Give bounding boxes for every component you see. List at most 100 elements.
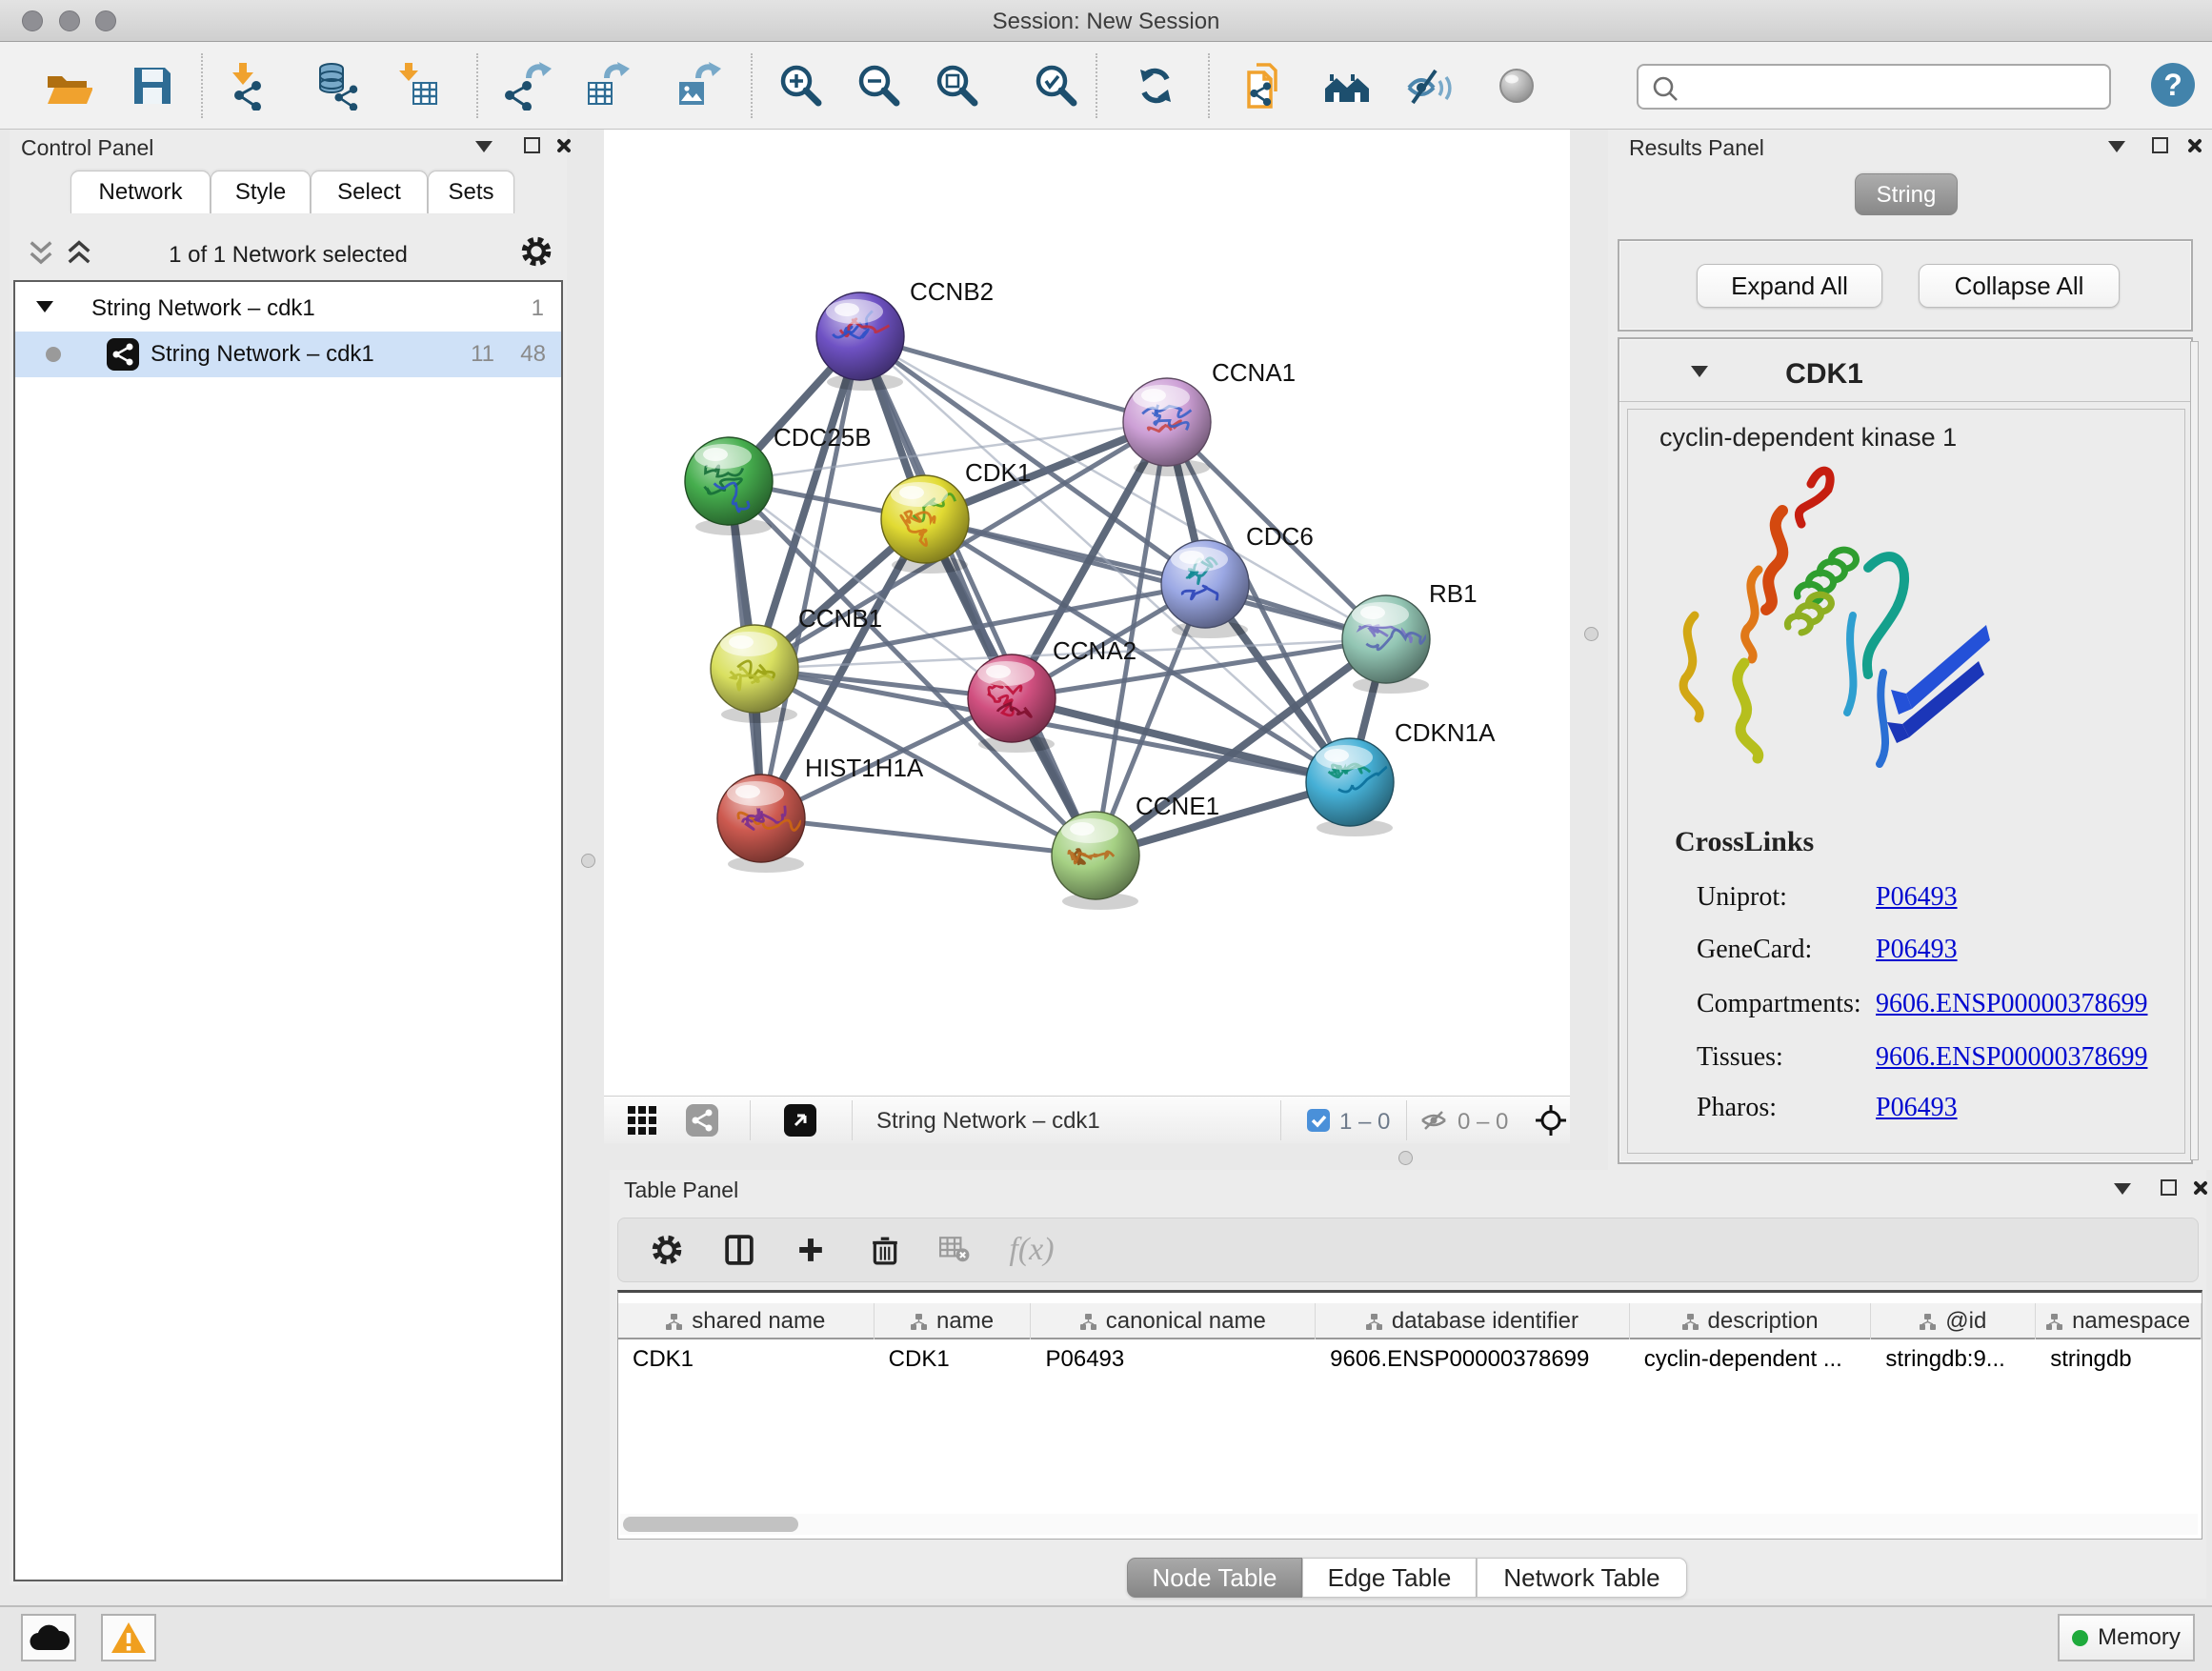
add-column-icon[interactable] [797,1237,824,1263]
bottom-splitter-handle[interactable] [1398,1151,1413,1165]
share-network-icon[interactable] [686,1104,718,1137]
float-panel-icon[interactable] [2108,141,2125,152]
import-table-icon[interactable] [393,61,443,111]
delete-column-icon[interactable] [872,1235,898,1265]
tab-select[interactable]: Select [311,171,428,213]
right-splitter-handle[interactable] [1584,627,1599,641]
hide-unhide-icon[interactable] [1404,61,1454,111]
import-network-from-database-icon[interactable] [312,61,362,111]
window-title: Session: New Session [0,9,2212,35]
node-label-CDC6: CDC6 [1246,522,1314,551]
selected-checkbox-icon[interactable] [1307,1109,1330,1132]
undock-panel-icon[interactable] [524,137,540,153]
gene-entry-header[interactable]: CDK1 [1619,347,2191,402]
network-edge-CCNB2-HIST1H1A[interactable] [761,336,860,818]
crosslink-link[interactable]: P06493 [1876,882,1958,913]
zoom-in-icon[interactable] [776,61,826,111]
crosslink-link[interactable]: P06493 [1876,1093,1958,1123]
crosslink-link[interactable]: P06493 [1876,935,1958,965]
crosslinks-heading: CrossLinks [1675,826,1814,858]
hidden-eye-icon[interactable] [1419,1109,1448,1132]
gene-entry-box: CDK1 cyclin-dependent kinase 1 [1618,337,2193,1164]
network-node-CCNB2[interactable] [816,292,904,391]
network-node-RB1[interactable] [1342,595,1430,694]
undock-panel-icon[interactable] [2152,137,2168,153]
network-collection-row[interactable]: String Network – cdk1 1 [15,286,561,332]
tab-style[interactable]: Style [211,171,311,213]
network-graph[interactable]: CCNB2CCNA1CDC25BCDK1CDC6RB1CCNB1CCNA2CDK… [604,130,1570,1096]
export-table-icon[interactable] [582,61,632,111]
node-label-CCNB1: CCNB1 [798,604,882,633]
birdseye-view-icon[interactable] [784,1104,816,1137]
network-options-gear-icon[interactable] [519,234,553,269]
network-row-selected[interactable]: String Network – cdk1 11 48 [15,332,561,377]
tab-edge-table[interactable]: Edge Table [1302,1558,1477,1598]
table-cell: cyclin-dependent ... [1630,1341,1872,1377]
function-builder-icon[interactable]: f(x) [1009,1232,1054,1268]
table-hscrollbar-thumb[interactable] [623,1517,798,1532]
network-node-CCNB1[interactable] [711,625,798,723]
home-icon[interactable] [1322,61,1372,111]
help-icon[interactable]: ? [2151,63,2195,107]
memory-button[interactable]: Memory [2058,1614,2195,1661]
delete-table-icon[interactable] [939,1237,970,1263]
edge-count: 48 [520,341,546,368]
node-label-CCNA2: CCNA2 [1053,636,1136,665]
left-splitter-handle[interactable] [581,854,595,868]
column-header-description[interactable]: description [1630,1303,1872,1339]
tab-network[interactable]: Network [70,171,211,213]
table-settings-gear-icon[interactable] [650,1233,684,1267]
tab-node-table[interactable]: Node Table [1127,1558,1302,1598]
column-header-namespace[interactable]: namespace [2036,1303,2202,1339]
tab-sets[interactable]: Sets [428,171,514,213]
export-network-icon[interactable] [504,61,553,111]
expand-all-button[interactable]: Expand All [1697,264,1882,308]
open-session-icon[interactable] [43,61,92,111]
zoom-out-icon[interactable] [855,61,904,111]
results-scrollbar[interactable] [2190,341,2199,1160]
crosslink-link[interactable]: 9606.ENSP00000378699 [1876,1042,2147,1073]
fit-crosshair-icon[interactable] [1534,1103,1568,1137]
close-panel-icon[interactable] [2185,137,2202,154]
network-node-CDKN1A[interactable] [1306,738,1394,836]
refresh-layout-icon[interactable] [1131,61,1180,111]
crosslink-label: Pharos: [1697,1093,1777,1123]
search-input[interactable] [1688,70,2098,104]
network-node-HIST1H1A[interactable] [717,775,805,873]
network-edge-HIST1H1A-CCNE1[interactable] [761,818,1096,856]
save-session-icon[interactable] [128,61,177,111]
network-node-CCNE1[interactable] [1052,812,1139,910]
network-canvas[interactable]: CCNB2CCNA1CDC25BCDK1CDC6RB1CCNB1CCNA2CDK… [604,130,1570,1143]
column-header--id[interactable]: @id [1871,1303,2036,1339]
cloud-button[interactable] [21,1614,76,1661]
close-panel-icon[interactable] [2191,1179,2208,1197]
crosslink-link[interactable]: 9606.ENSP00000378699 [1876,989,2147,1019]
column-header-shared-name[interactable]: shared name [618,1303,875,1339]
import-network-icon[interactable] [224,61,273,111]
toolbar-separator [1208,53,1210,118]
float-panel-icon[interactable] [2114,1183,2131,1195]
zoom-selected-icon[interactable] [1032,61,1081,111]
tab-network-table[interactable]: Network Table [1477,1558,1687,1598]
show-columns-icon[interactable] [725,1234,754,1266]
warnings-button[interactable] [101,1614,156,1661]
export-image-icon[interactable] [674,61,723,111]
column-header-database-identifier[interactable]: database identifier [1316,1303,1630,1339]
zoom-fit-icon[interactable] [933,61,982,111]
column-header-canonical-name[interactable]: canonical name [1031,1303,1316,1339]
network-node-CDK1[interactable] [881,475,969,574]
share-session-file-icon[interactable] [1241,61,1291,111]
collapse-all-button[interactable]: Collapse All [1919,264,2120,308]
grid-view-icon[interactable] [628,1106,656,1135]
close-panel-icon[interactable] [554,137,572,154]
column-header-name[interactable]: name [875,1303,1032,1339]
node-label-CCNB2: CCNB2 [910,277,994,306]
network-node-CDC25B[interactable] [685,437,773,535]
float-panel-icon[interactable] [475,141,493,152]
undock-panel-icon[interactable] [2161,1179,2177,1196]
table-row[interactable]: CDK1CDK1P064939606.ENSP00000378699cyclin… [618,1341,2202,1377]
network-edge-CDK1-RB1[interactable] [925,519,1386,639]
network-node-CCNA1[interactable] [1123,378,1211,476]
tab-string[interactable]: String [1855,173,1958,215]
presentation-sphere-icon[interactable] [1493,61,1542,111]
